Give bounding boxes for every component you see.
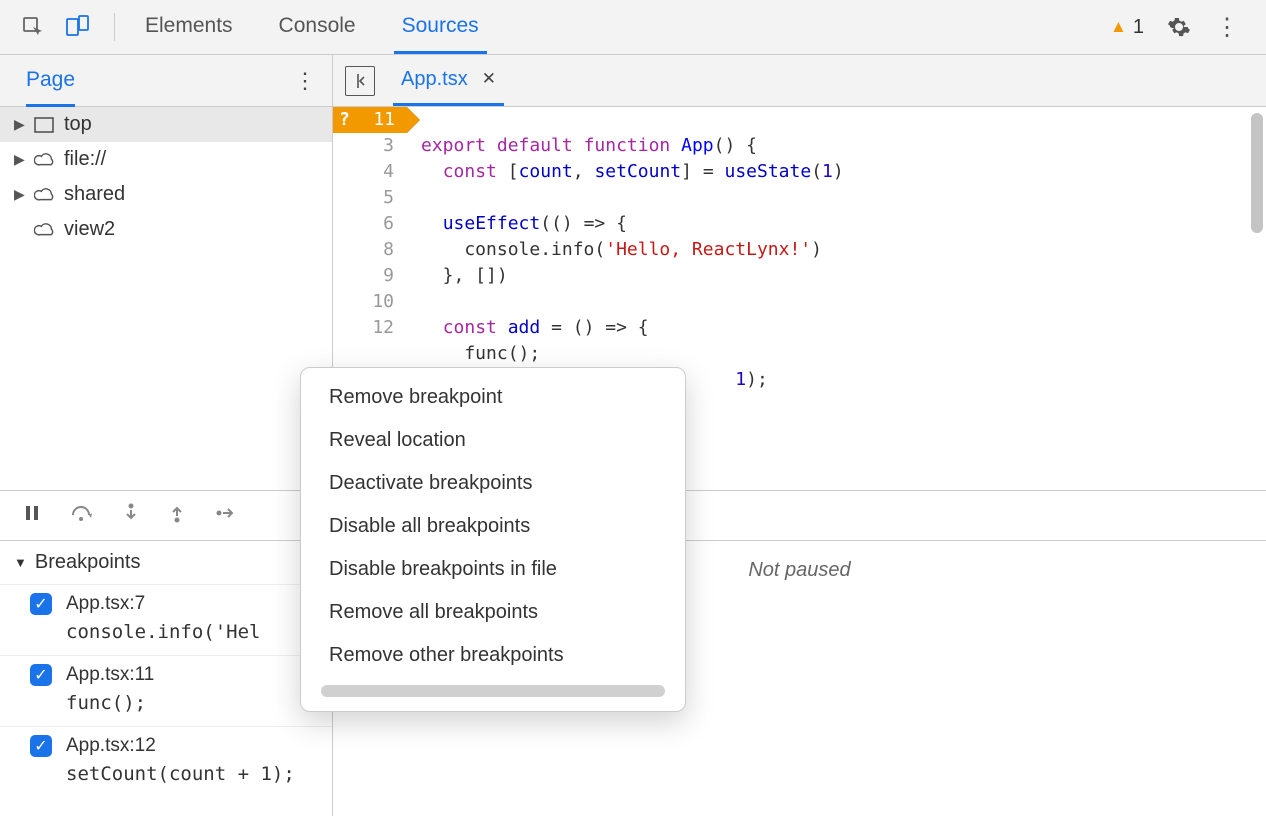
breakpoint-snippet: console.info('Hel xyxy=(66,621,318,643)
settings-icon[interactable] xyxy=(1166,14,1192,40)
line-number[interactable]: 5 xyxy=(333,185,406,211)
breakpoint-checkbox[interactable]: ✓ xyxy=(30,593,52,615)
cloud-icon xyxy=(34,152,56,168)
context-menu-item[interactable]: Deactivate breakpoints xyxy=(301,462,685,505)
disclosure-triangle-icon: ▼ xyxy=(14,555,27,570)
context-menu-item[interactable]: Reveal location xyxy=(301,419,685,462)
tab-console[interactable]: Console xyxy=(271,0,364,54)
tree-item-label: file:// xyxy=(64,148,106,171)
tab-sources[interactable]: Sources xyxy=(394,0,487,54)
code-line[interactable] xyxy=(421,107,1266,133)
tab-elements[interactable]: Elements xyxy=(137,0,241,54)
line-number[interactable]: 8 xyxy=(333,237,406,263)
disclosure-triangle-icon: ▶ xyxy=(14,116,26,133)
tree-item-top[interactable]: ▶ top xyxy=(0,107,332,142)
warning-icon: ▲ xyxy=(1110,17,1127,37)
file-tab-bar: App.tsx ✕ xyxy=(333,55,1266,107)
kebab-menu-icon[interactable]: ⋮ xyxy=(1214,14,1240,40)
context-menu-item[interactable]: Remove other breakpoints xyxy=(301,634,685,677)
breakpoint-snippet: func(); xyxy=(66,692,318,714)
cloud-icon xyxy=(34,187,56,203)
navigator-tab-page[interactable]: Page xyxy=(26,68,75,107)
line-number[interactable]: 4 xyxy=(333,159,406,185)
code-line[interactable]: useEffect(() => { xyxy=(421,211,1266,237)
breakpoint-item[interactable]: ✓ App.tsx:12 setCount(count + 1); xyxy=(0,726,332,797)
context-menu-item[interactable]: Remove breakpoint xyxy=(301,376,685,419)
step-into-icon[interactable] xyxy=(122,502,140,530)
navigator-header: Page ⋮ xyxy=(0,55,332,107)
breakpoint-location: App.tsx:11 xyxy=(66,664,154,686)
breakpoint-checkbox[interactable]: ✓ xyxy=(30,664,52,686)
code-line[interactable] xyxy=(421,289,1266,315)
breakpoint-location: App.tsx:7 xyxy=(66,593,145,615)
step-icon[interactable] xyxy=(214,504,238,528)
device-mode-icon[interactable] xyxy=(64,14,90,40)
toolbar-left xyxy=(0,13,125,41)
inspect-icon[interactable] xyxy=(20,14,46,40)
file-tab-app-tsx[interactable]: App.tsx ✕ xyxy=(393,55,504,106)
cloud-icon xyxy=(34,222,56,238)
close-icon[interactable]: ✕ xyxy=(482,69,496,89)
code-line[interactable]: console.info('Hello, ReactLynx!') xyxy=(421,237,1266,263)
code-line[interactable]: const [count, setCount] = useState(1) xyxy=(421,159,1266,185)
tree-item-file-[interactable]: ▶ file:// xyxy=(0,142,332,177)
code-line[interactable]: func(); xyxy=(421,341,1266,367)
code-line[interactable]: const add = () => { xyxy=(421,315,1266,341)
tree-item-label: view2 xyxy=(64,218,115,241)
debugger-controls xyxy=(0,491,332,541)
breakpoint-checkbox[interactable]: ✓ xyxy=(30,735,52,757)
code-line[interactable]: export default function App() { xyxy=(421,133,1266,159)
pause-icon[interactable] xyxy=(22,503,42,529)
breakpoint-item[interactable]: ✓ App.tsx:7 console.info('Hel xyxy=(0,584,332,655)
context-menu-item[interactable]: Remove all breakpoints xyxy=(301,591,685,634)
disclosure-triangle-icon: ▶ xyxy=(14,151,26,168)
warning-count: 1 xyxy=(1133,16,1144,39)
breakpoint-item[interactable]: ✓ App.tsx:11 func(); xyxy=(0,655,332,726)
code-line[interactable] xyxy=(421,185,1266,211)
breakpoints-section-header[interactable]: ▼ Breakpoints xyxy=(0,541,332,584)
tree-item-label: shared xyxy=(64,183,125,206)
frame-icon xyxy=(34,117,56,133)
step-out-icon[interactable] xyxy=(168,502,186,530)
breakpoint-location: App.tsx:12 xyxy=(66,735,156,757)
breakpoint-snippet: setCount(count + 1); xyxy=(66,763,318,785)
breakpoint-context-menu: Remove breakpointReveal locationDeactiva… xyxy=(300,367,686,712)
debugger-left-pane: ▼ Breakpoints ✓ App.tsx:7 console.info('He… xyxy=(0,491,333,816)
warning-counter[interactable]: ▲ 1 xyxy=(1110,16,1144,39)
code-line[interactable]: }, []) xyxy=(421,263,1266,289)
toolbar-right: ▲ 1 ⋮ xyxy=(1110,14,1266,40)
line-number[interactable]: 3 xyxy=(333,133,406,159)
navigator-more-icon[interactable]: ⋮ xyxy=(294,68,318,94)
breakpoints-list: ✓ App.tsx:7 console.info('Hel ✓ App.tsx:11 fu… xyxy=(0,584,332,797)
tree-item-view2[interactable]: ▶view2 xyxy=(0,212,332,247)
disclosure-triangle-icon: ▶ xyxy=(14,186,26,203)
context-menu-scrollbar[interactable] xyxy=(321,685,665,697)
breakpoints-section-label: Breakpoints xyxy=(35,551,141,574)
breakpoint-marker[interactable]: 11? xyxy=(333,107,407,133)
line-number[interactable]: 10 xyxy=(333,289,406,315)
devtools-toolbar: Elements Console Sources ▲ 1 ⋮ xyxy=(0,0,1266,55)
step-over-icon[interactable] xyxy=(70,503,94,529)
line-number[interactable]: 6 xyxy=(333,211,406,237)
editor-scrollbar[interactable] xyxy=(1251,113,1263,233)
toggle-navigator-icon[interactable] xyxy=(345,66,375,96)
file-tab-label: App.tsx xyxy=(401,68,468,91)
tree-item-label: top xyxy=(64,113,92,136)
toolbar-divider xyxy=(114,13,115,41)
tree-item-shared[interactable]: ▶ shared xyxy=(0,177,332,212)
devtools-tabs: Elements Console Sources xyxy=(137,0,487,54)
context-menu-item[interactable]: Disable all breakpoints xyxy=(301,505,685,548)
line-number[interactable]: 12 xyxy=(333,315,406,341)
line-number[interactable]: 9 xyxy=(333,263,406,289)
context-menu-item[interactable]: Disable breakpoints in file xyxy=(301,548,685,591)
